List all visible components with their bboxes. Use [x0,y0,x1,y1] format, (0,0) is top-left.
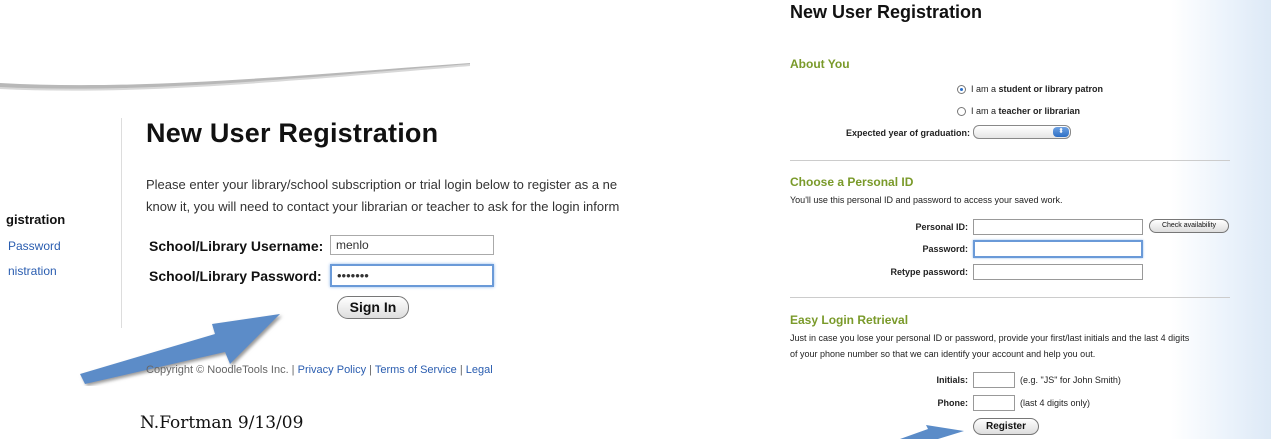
phone-input[interactable] [973,395,1015,411]
legal-link[interactable]: Legal [466,364,493,376]
personal-id-heading: Choose a Personal ID [790,175,914,189]
personal-id-label: Personal ID: [915,222,968,232]
terms-of-service-link[interactable]: Terms of Service [375,364,457,376]
copyright-text: Copyright © NoodleTools Inc. | [146,364,295,376]
section-divider [790,160,1230,161]
password-input[interactable]: ••••••• [330,264,494,287]
sidebar-item-password[interactable]: Password [8,239,61,253]
about-you-heading: About You [790,57,850,71]
section-divider [790,297,1230,298]
easy-login-description-1: Just in case you lose your personal ID o… [790,333,1190,343]
phone-label: Phone: [937,398,969,408]
page-title: New User Registration [146,118,439,148]
sign-in-button[interactable]: Sign In [337,296,409,319]
select-arrows-icon: ⬍ [1053,127,1069,137]
retype-password-label: Retype password: [890,267,968,277]
username-input[interactable] [330,235,494,255]
teacher-option-prefix: I am a [971,106,999,116]
intro-line-2: know it, you will need to contact your l… [146,199,620,214]
password-input-right[interactable] [973,240,1143,258]
footer-separator: | [459,364,463,376]
student-option-label[interactable]: I am a student or library patron [971,84,1103,94]
footer: Copyright © NoodleTools Inc. | Privacy P… [146,364,493,376]
graduation-year-label: Expected year of graduation: [845,128,970,138]
sidebar-item-administration[interactable]: nistration [8,264,57,278]
initials-input[interactable] [973,372,1015,388]
teacher-option-label[interactable]: I am a teacher or librarian [971,106,1080,116]
initials-label: Initials: [936,375,968,385]
initials-hint: (e.g. "JS" for John Smith) [1020,375,1121,385]
author-credit: N.Fortman 9/13/09 [140,413,304,433]
intro-text: Please enter your library/school subscri… [146,174,666,218]
right-page-title: New User Registration [790,2,983,22]
personal-id-description: You'll use this personal ID and password… [790,195,1063,205]
student-option-prefix: I am a [971,84,999,94]
footer-separator: | [369,364,372,376]
header-swoosh [0,63,471,91]
teacher-radio[interactable] [957,107,966,116]
register-button[interactable]: Register [973,418,1039,435]
easy-login-description-2: of your phone number so that we can iden… [790,349,1096,359]
sidebar-item-registration[interactable]: gistration [6,212,65,227]
student-option-bold: student or library patron [998,84,1104,94]
username-label: School/Library Username: [149,238,324,254]
personal-id-input[interactable] [973,219,1143,235]
password-label: School/Library Password: [149,268,322,284]
arrow-annotation-right [900,425,964,439]
easy-login-heading: Easy Login Retrieval [790,313,909,327]
check-availability-button[interactable]: Check availability [1149,219,1229,233]
intro-line-1: Please enter your library/school subscri… [146,177,618,192]
student-radio[interactable] [957,85,966,94]
retype-password-input[interactable] [973,264,1143,280]
phone-hint: (last 4 digits only) [1020,398,1091,408]
graduation-year-select[interactable]: ⬍ [973,125,1071,139]
password-label-right: Password: [922,244,968,254]
teacher-option-bold: teacher or librarian [998,106,1081,116]
privacy-policy-link[interactable]: Privacy Policy [298,364,366,376]
